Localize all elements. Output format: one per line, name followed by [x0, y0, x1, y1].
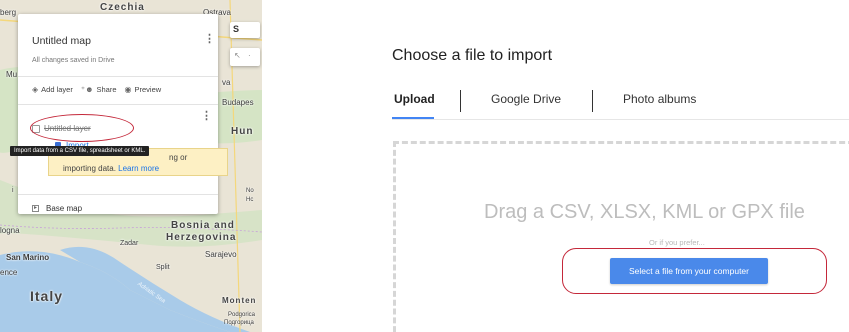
- map-label-zadar: Zadar: [120, 240, 139, 247]
- add-person-icon: ⁺☻: [80, 84, 94, 94]
- map-search-control[interactable]: S: [230, 22, 260, 38]
- panel-divider: [18, 104, 218, 105]
- map-label-no: No: [246, 188, 254, 194]
- tab-separator: [460, 90, 461, 112]
- import-tooltip: Import data from a CSV file, spreadsheet…: [10, 146, 150, 156]
- map-title[interactable]: Untitled map: [32, 35, 91, 47]
- learn-more-link[interactable]: Learn more: [118, 164, 159, 173]
- drag-instruction: Drag a CSV, XLSX, KML or GPX file: [484, 201, 805, 223]
- map-label-ence: ence: [0, 268, 18, 277]
- map-label-berg: berg: [0, 8, 17, 17]
- map-label-san-marino: San Marino: [6, 253, 50, 262]
- base-map-row[interactable]: ▸ Base map: [32, 204, 82, 213]
- import-tabs: Upload Google Drive Photo albums: [392, 90, 849, 130]
- map-label-podgorica-cyrillic: Подгорица: [224, 320, 254, 326]
- map-label-montenegro: Monten: [222, 296, 257, 305]
- map-label-i: i: [12, 187, 14, 194]
- add-layer-label: Add layer: [41, 85, 73, 94]
- tab-upload[interactable]: Upload: [394, 92, 435, 106]
- preview-button[interactable]: ◉ Preview: [125, 85, 162, 94]
- import-highlight-ellipse: [30, 114, 134, 142]
- map-toolbar: ◈ Add layer ⁺☻ Share ◉ Preview: [32, 85, 169, 94]
- map-label-bosnia: Bosnia and: [171, 220, 235, 231]
- map-label-czechia: Czechia: [100, 2, 145, 13]
- layers-icon: ◈: [32, 84, 39, 94]
- map-tools-control[interactable]: ↖ ·: [230, 48, 260, 66]
- marker-icon[interactable]: ·: [248, 51, 251, 60]
- map-label-logna: logna: [0, 226, 20, 235]
- tab-google-drive[interactable]: Google Drive: [491, 92, 561, 106]
- map-label-sarajevo: Sarajevo: [205, 250, 237, 259]
- hint-line-2: importing data. Learn more: [63, 164, 159, 173]
- panel-divider: [18, 194, 218, 195]
- or-prefer-text: Or if you prefer...: [649, 238, 705, 247]
- panel-divider: [18, 76, 218, 77]
- preview-label: Preview: [134, 85, 162, 94]
- dialog-title: Choose a file to import: [392, 47, 553, 64]
- map-panel: Untitled map ⋮ All changes saved in Driv…: [18, 14, 228, 214]
- share-label: Share: [96, 85, 117, 94]
- map-view[interactable]: berg Czechia Ostrava Mu va Budapes Hun N…: [0, 0, 262, 332]
- map-label-mu: Mu: [6, 70, 18, 79]
- hint-text: importing data.: [63, 164, 116, 173]
- map-label-podgorica: Podgorica: [228, 312, 256, 318]
- map-label-va: va: [222, 78, 231, 87]
- map-options-kebab-icon[interactable]: ⋮: [204, 34, 215, 45]
- tab-separator: [592, 90, 593, 112]
- tabs-baseline: [392, 119, 849, 120]
- hand-icon[interactable]: ↖: [234, 51, 241, 60]
- map-label-herzegovina: Herzegovina: [166, 232, 237, 243]
- layer-options-kebab-icon[interactable]: ⋮: [201, 111, 212, 122]
- search-icon: S: [233, 24, 240, 34]
- select-button-highlight: [562, 248, 827, 294]
- active-tab-indicator: [392, 117, 434, 119]
- file-drop-zone[interactable]: [393, 141, 849, 332]
- add-layer-button[interactable]: ◈ Add layer: [32, 85, 73, 94]
- map-label-split: Split: [156, 264, 170, 271]
- map-label-hc: Hc: [246, 197, 254, 203]
- map-label-hun: Hun: [231, 126, 254, 137]
- map-label-italy: Italy: [30, 288, 64, 304]
- tab-photo-albums[interactable]: Photo albums: [623, 92, 696, 106]
- share-button[interactable]: ⁺☻ Share: [81, 85, 117, 94]
- expand-icon[interactable]: ▸: [32, 205, 39, 212]
- save-status: All changes saved in Drive: [32, 57, 115, 64]
- eye-icon: ◉: [124, 84, 132, 94]
- screenshot-root: berg Czechia Ostrava Mu va Budapes Hun N…: [0, 0, 849, 332]
- map-label-budapest: Budapes: [222, 98, 254, 107]
- hint-line-1: ng or: [169, 153, 188, 162]
- base-map-label: Base map: [46, 204, 83, 213]
